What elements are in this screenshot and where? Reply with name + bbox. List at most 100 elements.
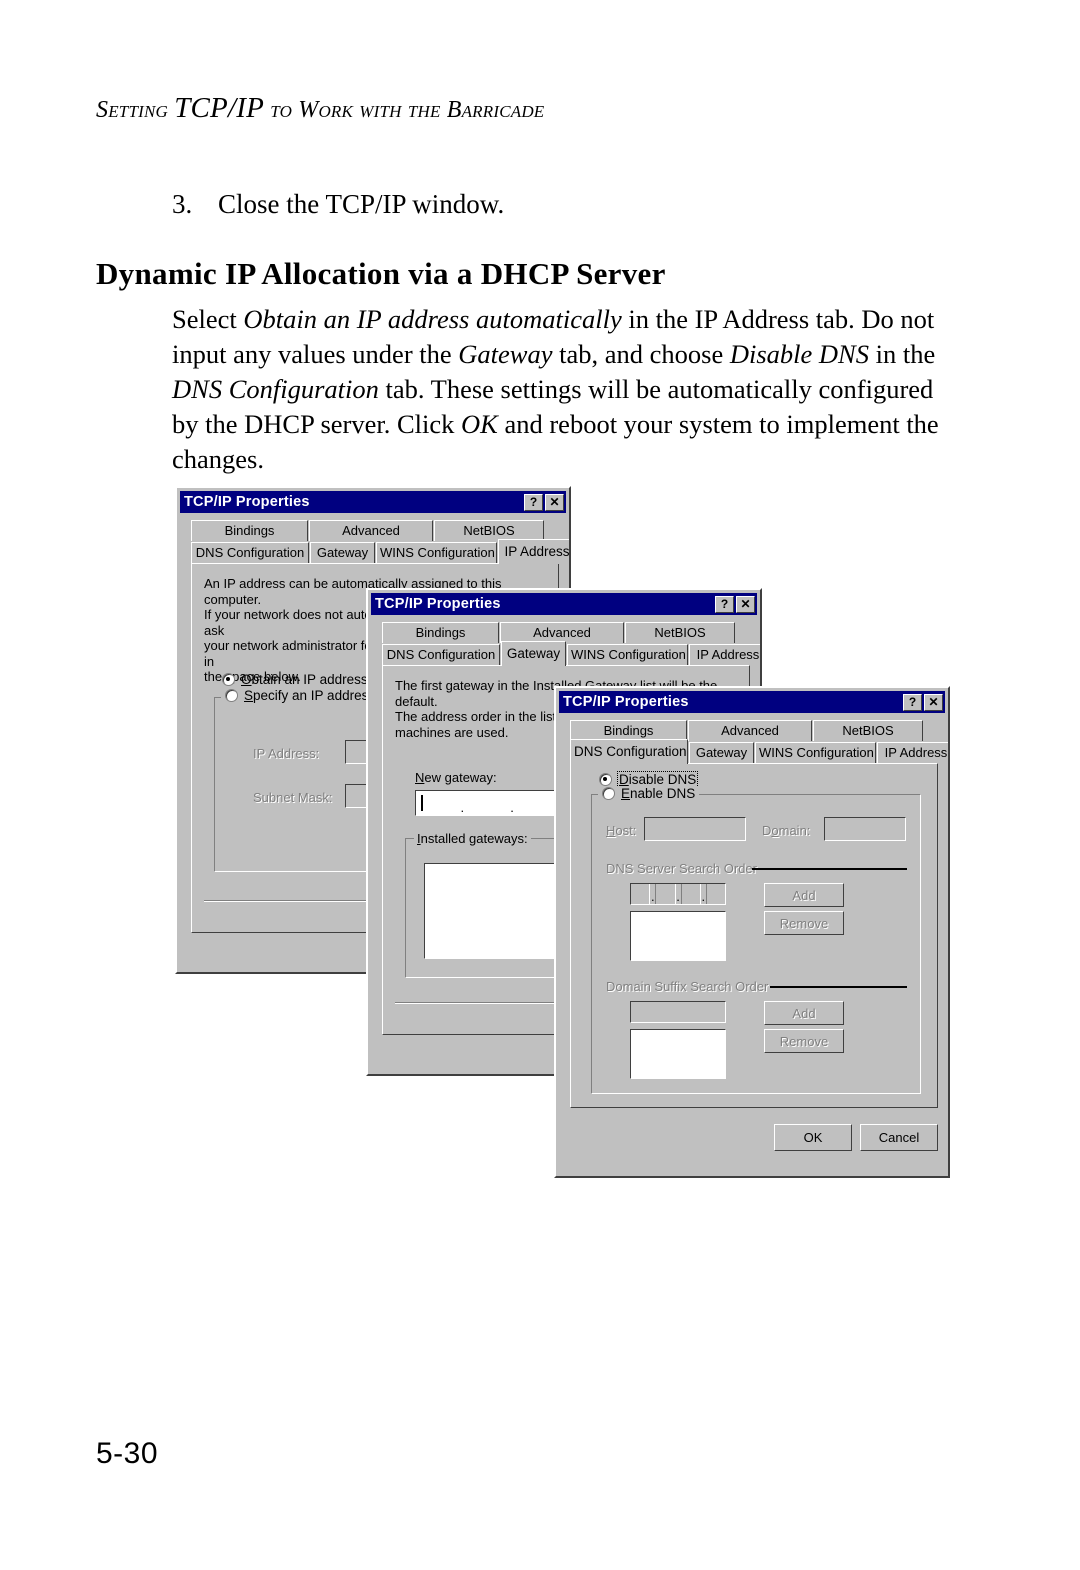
tab-gateway[interactable]: Gateway: [689, 742, 754, 763]
close-icon[interactable]: ✕: [736, 595, 755, 613]
dialog-tcpip-properties-dns-configuration[interactable]: TCP/IP Properties ? ✕ Bindings Advanced …: [554, 686, 950, 1178]
add-suffix-label: Add: [792, 1005, 816, 1021]
step-list-item: 3. Close the TCP/IP window.: [172, 189, 504, 220]
tabrow-bottom[interactable]: DNS Configuration Gateway WINS Configura…: [570, 739, 948, 764]
titlebar[interactable]: TCP/IP Properties ? ✕: [559, 691, 945, 713]
tab-dns-configuration[interactable]: DNS Configuration: [382, 644, 500, 665]
radio-specify-ip-address[interactable]: Specify an IP address:: [221, 688, 383, 703]
para-em-gateway: Gateway: [458, 339, 553, 369]
help-icon[interactable]: ?: [903, 693, 922, 711]
tab-wins-configuration[interactable]: WINS Configuration: [376, 542, 497, 563]
add-dns-server-button[interactable]: Add: [764, 883, 844, 907]
label-host-text: ost:: [615, 823, 637, 838]
step-text: Close the TCP/IP window.: [218, 189, 505, 219]
ok-button[interactable]: OK: [774, 1124, 852, 1151]
tab-wins-configuration[interactable]: WINS Configuration: [567, 644, 688, 665]
label-subnet-mask: Subnet Mask:: [253, 790, 333, 805]
tab-netbios[interactable]: NetBIOS: [625, 622, 735, 643]
label-host: Host:: [606, 823, 637, 838]
radio-disable-dns-label: Disable DNS: [616, 771, 699, 788]
tab-wins-configuration[interactable]: WINS Configuration: [755, 742, 876, 763]
tab-advanced[interactable]: Advanced: [688, 720, 812, 741]
remove-suffix-label: Remove: [779, 1033, 829, 1049]
dns-octet-2[interactable]: [656, 884, 674, 904]
label-domain: Domain:: [762, 823, 811, 838]
label-domain-text: main:: [778, 823, 811, 838]
tab-gateway[interactable]: Gateway: [310, 542, 375, 563]
radio-enable-dns[interactable]: Enable DNS: [598, 786, 700, 801]
tabrow-top[interactable]: Bindings Advanced NetBIOS: [191, 520, 545, 541]
tab-dns-configuration[interactable]: DNS Configuration: [191, 542, 309, 563]
tab-bindings[interactable]: Bindings: [382, 622, 499, 643]
close-icon[interactable]: ✕: [545, 493, 564, 511]
ip-dot: .: [510, 800, 514, 815]
add-domain-suffix-button[interactable]: Add: [764, 1001, 844, 1025]
page-number: 5-30: [96, 1437, 159, 1470]
help-icon[interactable]: ?: [524, 493, 543, 511]
tab-netbios[interactable]: NetBIOS: [434, 520, 544, 541]
dns-octet-1[interactable]: [631, 884, 649, 904]
ip-dot: .: [649, 884, 657, 904]
radio-specify-label: Specify an IP address:: [244, 688, 379, 703]
help-icon[interactable]: ?: [715, 595, 734, 613]
gw-octet-3[interactable]: [516, 791, 559, 815]
label-new-gateway: New gateway:: [415, 770, 497, 785]
tab-panel-dns-configuration: Disable DNS Enable DNS Host: Domain: DNS…: [570, 763, 938, 1108]
group-enable-dns: Enable DNS Host: Domain: DNS Server Sear…: [591, 786, 921, 1094]
tabrow-bottom[interactable]: DNS Configuration Gateway WINS Configura…: [382, 641, 760, 666]
label-installed-gateways-text: nstalled gateways:: [420, 831, 528, 846]
label-new-gateway-text: ew gateway:: [424, 770, 497, 785]
tab-gateway[interactable]: Gateway: [501, 641, 566, 666]
listbox-domain-suffixes[interactable]: [630, 1029, 726, 1079]
tab-ip-address[interactable]: IP Address: [498, 539, 569, 564]
gw-octet-1[interactable]: [416, 791, 459, 815]
dns-octet-4[interactable]: [707, 884, 725, 904]
tab-bindings[interactable]: Bindings: [570, 720, 687, 741]
radio-dot-icon: [599, 773, 612, 786]
tabrow-bottom[interactable]: DNS Configuration Gateway WINS Configura…: [191, 539, 569, 564]
remove-dns-label: Remove: [779, 915, 829, 931]
body-paragraph: Select Obtain an IP address automaticall…: [172, 302, 962, 477]
tab-advanced[interactable]: Advanced: [309, 520, 433, 541]
close-icon[interactable]: ✕: [924, 693, 943, 711]
cancel-label: Cancel: [878, 1130, 920, 1145]
gw-octet-2[interactable]: [466, 791, 509, 815]
input-dns-server[interactable]: . . .: [630, 883, 726, 905]
tab-dns-configuration[interactable]: DNS Configuration: [570, 739, 688, 764]
para-em-obtain: Obtain an IP address automatically: [243, 304, 622, 334]
tabrow-top[interactable]: Bindings Advanced NetBIOS: [382, 622, 736, 643]
radio-dot-icon: [225, 689, 238, 702]
radio-disable-dns[interactable]: Disable DNS: [599, 771, 699, 788]
para-seg-1: Select: [172, 304, 244, 334]
radio-specify-text: pecify an IP address:: [253, 688, 379, 703]
titlebar[interactable]: TCP/IP Properties ? ✕: [180, 491, 566, 513]
window-title: TCP/IP Properties: [375, 596, 501, 612]
label-installed-gateways: Installed gateways:: [414, 831, 531, 846]
cancel-button[interactable]: Cancel: [860, 1124, 938, 1151]
window-title: TCP/IP Properties: [563, 694, 689, 710]
running-head: Setting TCP/IP to Work with the Barricad…: [96, 92, 545, 124]
tab-netbios[interactable]: NetBIOS: [813, 720, 923, 741]
label-ip-address: IP Address:: [253, 746, 320, 761]
tabrow-top[interactable]: Bindings Advanced NetBIOS: [570, 720, 924, 741]
input-host[interactable]: [644, 817, 746, 841]
titlebar[interactable]: TCP/IP Properties ? ✕: [371, 593, 757, 615]
listbox-dns-servers[interactable]: [630, 911, 726, 961]
remove-domain-suffix-button[interactable]: Remove: [764, 1029, 844, 1053]
para-em-ok: OK: [461, 409, 498, 439]
tab-bindings[interactable]: Bindings: [191, 520, 308, 541]
tab-advanced[interactable]: Advanced: [500, 622, 624, 643]
tab-ip-address[interactable]: IP Address: [877, 742, 948, 763]
radio-enable-dns-text: nable DNS: [630, 786, 696, 801]
remove-dns-server-button[interactable]: Remove: [764, 911, 844, 935]
step-number: 3.: [172, 189, 193, 219]
dns-octet-3[interactable]: [682, 884, 700, 904]
divider: [752, 868, 907, 870]
ok-label: OK: [803, 1130, 823, 1145]
tab-ip-address[interactable]: IP Address: [689, 644, 760, 665]
radio-disable-dns-text: isable DNS: [628, 772, 697, 787]
input-domain-suffix[interactable]: [630, 1001, 726, 1023]
input-domain[interactable]: [824, 817, 906, 841]
divider: [770, 986, 907, 988]
label-dns-server-search-order: DNS Server Search Order: [606, 861, 757, 876]
